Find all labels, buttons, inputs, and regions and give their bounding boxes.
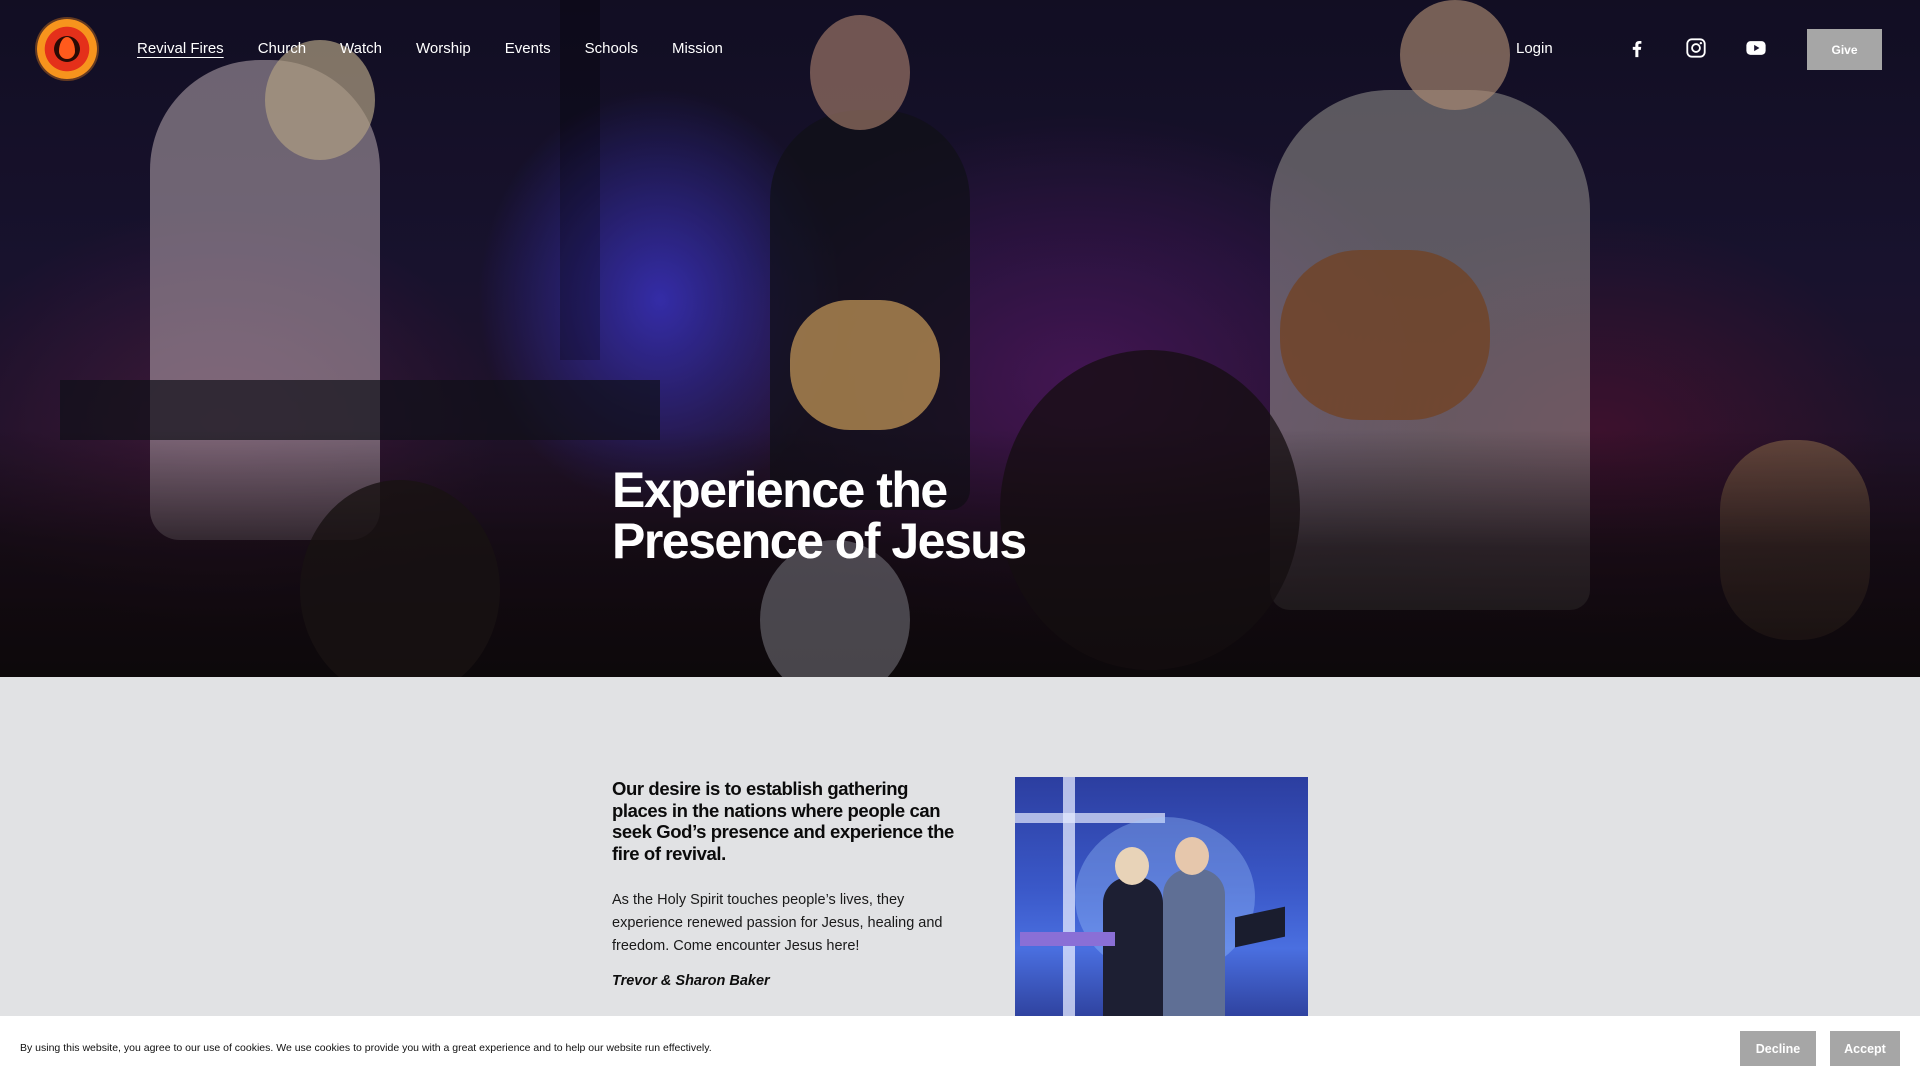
hero-title-line-1: Experience the: [612, 462, 948, 518]
hero-section: Experience the Presence of Jesus: [0, 0, 1920, 677]
photo-person-left: [1103, 877, 1163, 1022]
photo-person-right-head: [1175, 837, 1209, 875]
nav-item-schools[interactable]: Schools: [585, 40, 638, 57]
login-link[interactable]: Login: [1516, 40, 1553, 57]
hero-title-line-2: Presence of Jesus: [612, 513, 1027, 569]
accept-button[interactable]: Accept: [1830, 1031, 1900, 1066]
hero-overlay: [0, 0, 1920, 677]
give-button[interactable]: Give: [1807, 29, 1882, 70]
nav-item-worship[interactable]: Worship: [416, 40, 471, 57]
main-nav: Revival Fires Church Watch Worship Event…: [137, 40, 757, 57]
hero-title: Experience the Presence of Jesus: [612, 465, 1172, 567]
photo-podium: [1020, 932, 1115, 946]
pastors-photo: [1015, 777, 1308, 1022]
decline-button[interactable]: Decline: [1740, 1031, 1816, 1066]
nav-item-watch[interactable]: Watch: [340, 40, 382, 57]
site-header: Revival Fires Church Watch Worship Event…: [0, 0, 1920, 98]
photo-person-right: [1163, 869, 1225, 1022]
site-logo[interactable]: [37, 19, 97, 79]
photo-person-left-head: [1115, 847, 1149, 885]
intro-heading: Our desire is to establish gathering pla…: [612, 778, 954, 864]
intro-signature: Trevor & Sharon Baker: [612, 973, 770, 989]
youtube-icon[interactable]: [1745, 37, 1767, 59]
flame-icon: [59, 37, 75, 59]
nav-item-mission[interactable]: Mission: [672, 40, 723, 57]
nav-item-church[interactable]: Church: [258, 40, 306, 57]
cookie-text: By using this website, you agree to our …: [20, 1042, 712, 1054]
cookie-banner: By using this website, you agree to our …: [0, 1016, 1920, 1080]
instagram-icon[interactable]: [1685, 37, 1707, 59]
nav-item-events[interactable]: Events: [505, 40, 551, 57]
facebook-icon[interactable]: [1626, 37, 1648, 59]
intro-body: As the Holy Spirit touches people’s live…: [612, 892, 943, 954]
nav-item-revival-fires[interactable]: Revival Fires: [137, 40, 224, 57]
